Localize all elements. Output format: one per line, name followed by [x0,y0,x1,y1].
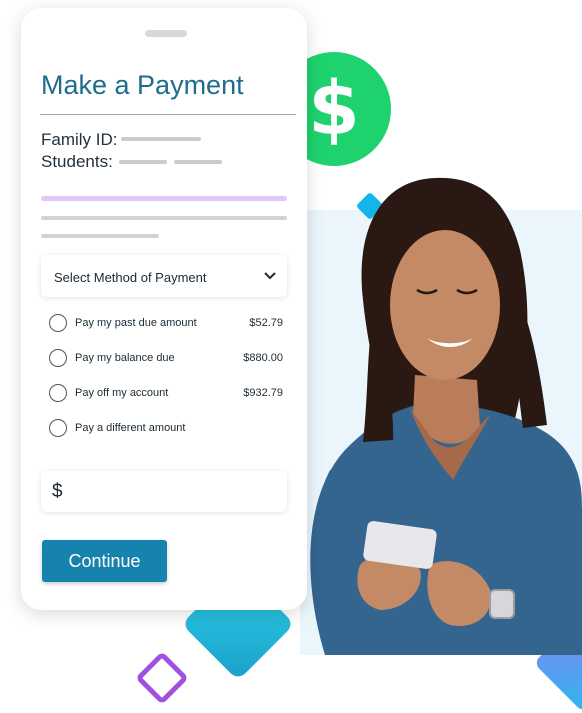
option-amount: $52.79 [249,317,283,329]
option-amount: $880.00 [243,352,283,364]
family-id-placeholder [121,137,201,141]
chevron-down-icon [264,272,276,280]
placeholder-text-line [41,234,159,238]
select-method-label: Select Method of Payment [54,270,207,285]
payment-option[interactable]: Pay my balance due $880.00 [49,347,283,369]
page-title: Make a Payment [41,70,244,100]
woman-with-phone-photo [310,177,582,655]
radio-icon[interactable] [49,349,67,367]
option-label: Pay a different amount [75,422,186,434]
placeholder-text-line [41,216,287,220]
title-divider [40,114,296,115]
payment-card: Make a Payment Family ID: Students: Sele… [21,8,307,610]
coin-symbol: $ [308,66,360,152]
phone-notch [145,30,187,37]
students-placeholder-2 [174,160,222,164]
payment-option[interactable]: Pay a different amount [49,417,283,439]
radio-icon[interactable] [49,384,67,402]
students-label: Students: [41,152,113,171]
outline-diamond-decoration [135,651,189,705]
continue-button[interactable]: Continue [42,540,167,582]
radio-icon[interactable] [49,419,67,437]
progress-line [41,196,287,201]
students-placeholder-1 [119,160,167,164]
amount-input[interactable]: $ [41,471,287,512]
payment-option[interactable]: Pay my past due amount $52.79 [49,312,283,334]
option-amount: $932.79 [243,387,283,399]
payment-method-select[interactable]: Select Method of Payment [41,255,287,297]
radio-icon[interactable] [49,314,67,332]
currency-symbol: $ [52,481,63,502]
family-id-label: Family ID: [41,130,118,149]
option-label: Pay my past due amount [75,317,197,329]
option-label: Pay off my account [75,387,169,399]
option-label: Pay my balance due [75,352,175,364]
payment-option[interactable]: Pay off my account $932.79 [49,382,283,404]
